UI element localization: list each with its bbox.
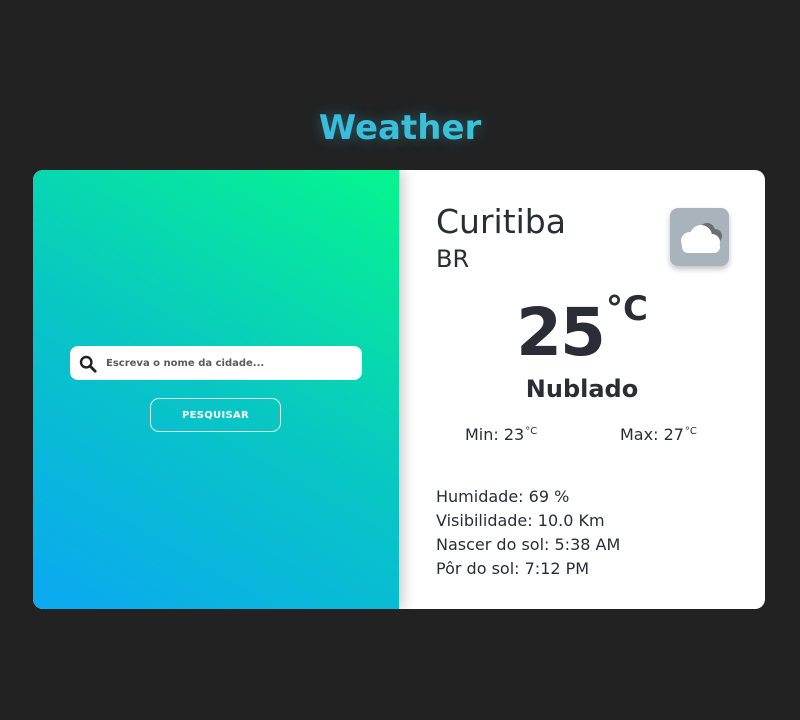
detail-sunset: Pôr do sol: 7:12 PM xyxy=(436,557,620,581)
max-value: 27 xyxy=(663,425,684,444)
max-unit: °C xyxy=(684,426,697,437)
max-label: Max: xyxy=(620,425,659,444)
max-temperature: Max: 27°C xyxy=(620,425,697,445)
detail-label: Visibilidade: xyxy=(436,511,533,530)
detail-humidity: Humidade: 69 % xyxy=(436,485,620,509)
city-search-input[interactable] xyxy=(106,346,352,380)
weather-panel: Curitiba BR 25°C Nublado Min: 23°C Max: … xyxy=(399,170,765,609)
detail-value: 7:12 PM xyxy=(524,559,590,578)
temperature-display: 25°C xyxy=(399,289,765,372)
search-icon[interactable] xyxy=(79,355,97,373)
detail-value: 69 % xyxy=(528,487,570,506)
detail-label: Nascer do sol: xyxy=(436,535,550,554)
min-temperature: Min: 23°C xyxy=(465,425,537,445)
min-unit: °C xyxy=(525,426,538,437)
detail-sunrise: Nascer do sol: 5:38 AM xyxy=(436,533,620,557)
app-title: Weather xyxy=(0,106,800,150)
cloud-icon xyxy=(670,208,729,266)
search-box[interactable] xyxy=(70,346,362,380)
temperature-unit: °C xyxy=(605,289,648,329)
search-panel: PESQUISAR xyxy=(33,170,399,609)
detail-label: Pôr do sol: xyxy=(436,559,520,578)
detail-label: Humidade: xyxy=(436,487,524,506)
city-name: Curitiba xyxy=(436,202,566,241)
detail-value: 10.0 Km xyxy=(537,511,605,530)
country-code: BR xyxy=(436,245,470,273)
detail-visibility: Visibilidade: 10.0 Km xyxy=(436,509,620,533)
search-button[interactable]: PESQUISAR xyxy=(150,398,281,432)
weather-condition: Nublado xyxy=(525,375,639,403)
weather-details: Humidade: 69 % Visibilidade: 10.0 Km Nas… xyxy=(436,485,620,581)
min-value: 23 xyxy=(503,425,525,444)
min-label: Min: xyxy=(465,425,499,444)
temperature-value: 25 xyxy=(516,294,606,371)
detail-value: 5:38 AM xyxy=(554,535,621,554)
weather-card: PESQUISAR Curitiba BR 25°C Nublado Min: … xyxy=(33,170,765,609)
